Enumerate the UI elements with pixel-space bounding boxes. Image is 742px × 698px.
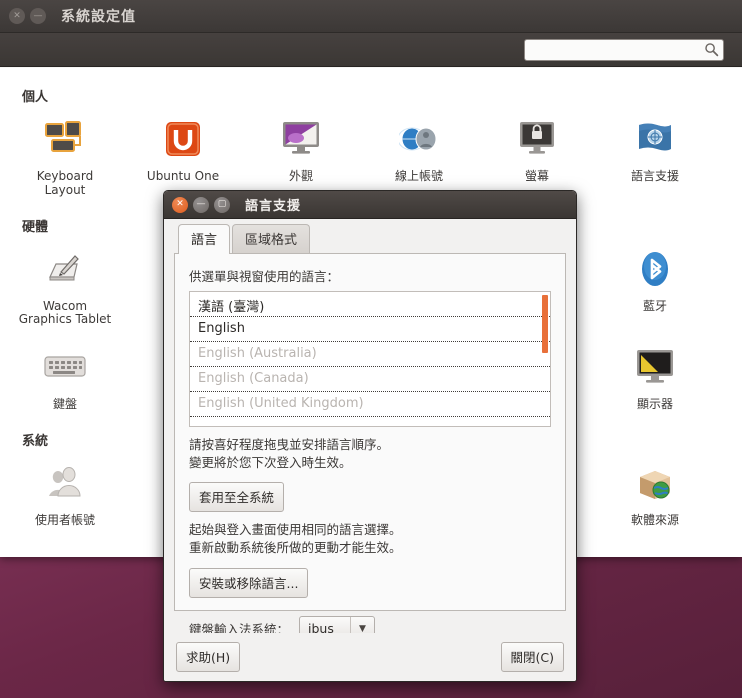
keyboard-icon [41, 343, 89, 391]
settings-item-bluetooth[interactable]: 藍牙 [596, 239, 714, 338]
apply-system-wide-button[interactable]: 套用至全系統 [189, 482, 285, 513]
settings-item-label: 語言支援 [630, 169, 679, 183]
language-support-dialog: ✕ — ▢ 語言支援 語言 區域格式 供選單與視窗使用的語言： 漢語 (臺灣) … [163, 190, 577, 682]
displays-icon [631, 343, 679, 391]
screen-lock-icon [513, 115, 561, 163]
settings-item-label: 螢幕 [524, 169, 549, 183]
settings-item-label: 使用者帳號 [34, 512, 95, 527]
dialog-titlebar: ✕ — ▢ 語言支援 [164, 191, 576, 219]
settings-item-label: 線上帳號 [394, 169, 443, 183]
dialog-tabs: 語言 區域格式 [178, 224, 566, 254]
settings-item-user-accounts[interactable]: 使用者帳號 [6, 453, 124, 538]
dialog-title: 語言支援 [245, 199, 302, 214]
tab-language[interactable]: 語言 [178, 224, 231, 254]
settings-item-label: Wacom Graphics Tablet [18, 298, 112, 327]
language-tab-panel: 供選單與視窗使用的語言： 漢語 (臺灣) English English (Au… [174, 253, 566, 642]
software-sources-icon [631, 459, 679, 507]
apply-hint-line1: 起始與登入畫面使用相同的語言選擇。 [189, 522, 402, 538]
close-icon[interactable]: ✕ [172, 196, 188, 213]
settings-item-language-support[interactable]: 語言支援 [596, 109, 714, 208]
settings-item-label: 鍵盤 [52, 397, 77, 412]
install-remove-languages-button[interactable]: 安裝或移除語言... [189, 567, 309, 598]
help-button[interactable]: 求助(H) [176, 642, 241, 672]
dialog-footer: 求助(H) 關閉(C) [164, 633, 576, 681]
settings-item-label: 外觀 [288, 169, 313, 183]
close-icon[interactable]: ✕ [9, 8, 25, 24]
user-accounts-icon [41, 459, 89, 507]
scrollbar-thumb[interactable] [542, 295, 548, 353]
keyboard-layout-icon [41, 115, 89, 163]
settings-item-label: 藍牙 [642, 298, 667, 313]
list-item[interactable]: 漢語 (臺灣) [190, 292, 550, 317]
dialog-body: 語言 區域格式 供選單與視窗使用的語言： 漢語 (臺灣) English Eng… [164, 219, 576, 681]
minimize-icon[interactable]: — [193, 196, 209, 213]
list-item[interactable]: English (Australia) [190, 342, 550, 367]
list-item[interactable]: English (Canada) [190, 367, 550, 392]
settings-item-wacom-graphics-tablet[interactable]: Wacom Graphics Tablet [6, 239, 124, 338]
apply-hint-line2: 重新啟動系統後所做的更動才能生效。 [189, 540, 402, 556]
settings-item-keyboard-layout[interactable]: Keyboard Layout [6, 109, 124, 208]
maximize-icon[interactable]: ▢ [214, 196, 230, 213]
drag-hint: 請按喜好程度拖曳並安排語言順序。 變更將於您下次登入時生效。 [189, 436, 551, 472]
window-title: 系統設定值 [61, 9, 136, 25]
wacom-tablet-icon [41, 245, 89, 293]
language-list-label: 供選單與視窗使用的語言： [189, 269, 340, 284]
online-accounts-icon [395, 115, 443, 163]
ubuntu-one-icon [159, 115, 207, 163]
apply-hint: 起始與登入畫面使用相同的語言選擇。 重新啟動系統後所做的更動才能生效。 [189, 521, 551, 557]
language-list[interactable]: 漢語 (臺灣) English English (Australia) Engl… [189, 291, 551, 427]
search-input[interactable] [524, 39, 724, 61]
settings-item-keyboard[interactable]: 鍵盤 [6, 337, 124, 422]
drag-hint-line2: 變更將於您下次登入時生效。 [189, 455, 352, 471]
settings-item-label: Keyboard Layout [36, 169, 94, 197]
language-list-scrollbar[interactable] [542, 295, 548, 425]
settings-item-label: 顯示器 [636, 397, 673, 412]
category-title-personal: 個人 [22, 90, 49, 105]
settings-item-label: 軟體來源 [630, 512, 679, 527]
language-support-icon [631, 115, 679, 163]
settings-item-software-sources[interactable]: 軟體來源 [596, 453, 714, 538]
settings-item-displays[interactable]: 顯示器 [596, 337, 714, 422]
settings-item-label: Ubuntu One [146, 169, 220, 183]
tab-regional-formats[interactable]: 區域格式 [232, 224, 311, 253]
search-box[interactable] [524, 39, 724, 61]
bluetooth-icon [631, 245, 679, 293]
minimize-icon[interactable]: — [30, 8, 46, 24]
appearance-icon [277, 115, 325, 163]
close-button[interactable]: 關閉(C) [500, 642, 564, 672]
main-toolbar [0, 33, 742, 67]
list-item[interactable]: English [190, 317, 550, 342]
list-item[interactable]: English (United Kingdom) [190, 392, 550, 417]
main-titlebar: ✕ — 系統設定值 [0, 0, 742, 33]
drag-hint-line1: 請按喜好程度拖曳並安排語言順序。 [189, 437, 390, 452]
